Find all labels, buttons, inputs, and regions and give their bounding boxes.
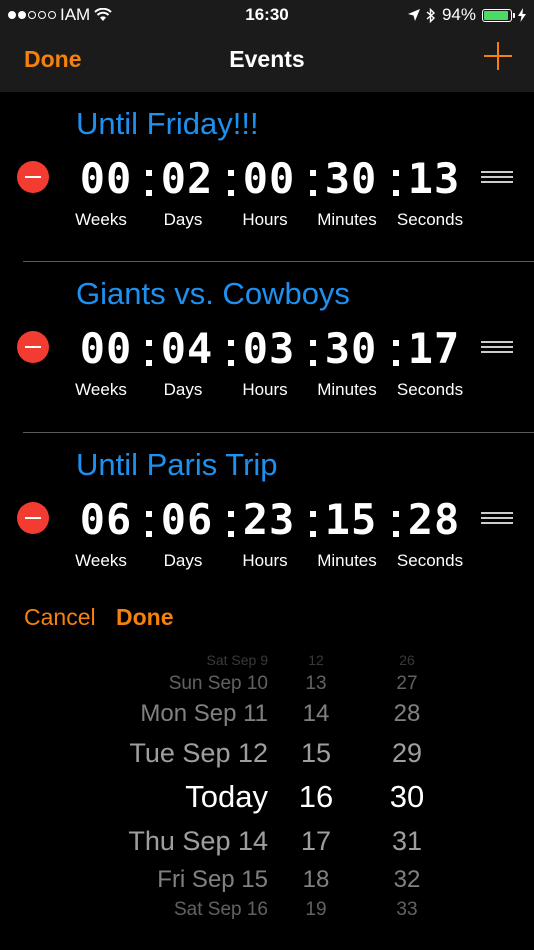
picker-hour: 13 bbox=[305, 672, 327, 694]
countdown-minutes: 30 bbox=[324, 324, 378, 373]
bluetooth-icon bbox=[426, 7, 435, 23]
picker-date: Tue Sep 12 bbox=[129, 737, 268, 768]
event-row: Until Paris Trip 06 06 23 15 28 Weeks Days Hours… bbox=[0, 433, 534, 603]
reorder-handle-icon[interactable] bbox=[481, 171, 513, 183]
unit-label-minutes: Minutes bbox=[317, 210, 377, 229]
colon-separator bbox=[393, 170, 399, 196]
picker-hour: 15 bbox=[300, 737, 332, 768]
picker-hour: 12 bbox=[308, 655, 324, 668]
picker-minute: 27 bbox=[396, 672, 418, 694]
unit-label-weeks: Weeks bbox=[75, 380, 127, 399]
delete-event-button[interactable] bbox=[17, 331, 49, 363]
reorder-handle-icon[interactable] bbox=[481, 341, 513, 353]
colon-separator bbox=[310, 170, 316, 196]
countdown-days: 06 bbox=[160, 495, 214, 544]
delete-event-button[interactable] bbox=[17, 161, 49, 193]
countdown-days: 04 bbox=[160, 324, 214, 373]
picker-minute: 32 bbox=[393, 865, 421, 893]
battery-icon bbox=[482, 8, 515, 22]
countdown-hours: 00 bbox=[242, 154, 296, 203]
picker-date: Mon Sep 11 bbox=[140, 699, 268, 727]
colon-separator bbox=[228, 340, 234, 366]
countdown-hours: 23 bbox=[242, 495, 296, 544]
picker-minute: 29 bbox=[391, 737, 423, 768]
unit-label-weeks: Weeks bbox=[75, 210, 127, 229]
picker-toolbar: Cancel Done bbox=[24, 604, 174, 631]
status-bar: IAM 16:30 94% bbox=[0, 0, 534, 30]
status-right: 94% bbox=[407, 5, 526, 25]
event-row: Until Friday!!! 00 02 00 30 13 Weeks Days Hours M… bbox=[0, 92, 534, 262]
location-arrow-icon bbox=[407, 9, 420, 21]
battery-percent: 94% bbox=[441, 5, 476, 24]
colon-separator bbox=[146, 340, 152, 366]
picker-hour: 19 bbox=[305, 898, 327, 920]
picker-minute: 28 bbox=[393, 699, 421, 727]
picker-hour: 17 bbox=[300, 825, 332, 856]
unit-label-days: Days bbox=[163, 380, 203, 399]
picker-done-button[interactable]: Done bbox=[116, 604, 174, 630]
plus-icon[interactable] bbox=[484, 42, 512, 70]
page-title: Events bbox=[229, 46, 305, 72]
countdown-weeks: 06 bbox=[79, 495, 133, 544]
colon-separator bbox=[393, 340, 399, 366]
event-row: Giants vs. Cowboys 00 04 03 30 17 Weeks Days Hou… bbox=[0, 262, 534, 432]
picker-date: Fri Sep 15 bbox=[157, 865, 268, 893]
navigation-bar: Done Events bbox=[0, 30, 534, 92]
unit-label-hours: Hours bbox=[242, 551, 288, 570]
unit-label-weeks: Weeks bbox=[75, 551, 127, 570]
picker-hour: 14 bbox=[302, 699, 330, 727]
countdown-seconds: 17 bbox=[407, 324, 461, 373]
picker-minute: 30 bbox=[389, 779, 425, 815]
countdown-minutes: 15 bbox=[324, 495, 378, 544]
countdown-seconds: 28 bbox=[407, 495, 461, 544]
picker-hour: 16 bbox=[298, 779, 334, 815]
unit-label-seconds: Seconds bbox=[396, 551, 464, 570]
unit-label-hours: Hours bbox=[242, 210, 288, 229]
countdown-unit-labels: Weeks Days Hours Minutes Seconds bbox=[74, 210, 474, 232]
date-time-picker[interactable]: Sat Sep 9 12 26 Sun Sep 10 13 27 Mon Sep 11 14 2… bbox=[0, 655, 534, 925]
countdown-seconds: 13 bbox=[407, 154, 461, 203]
unit-label-hours: Hours bbox=[242, 380, 288, 399]
picker-minute: 33 bbox=[396, 898, 418, 920]
unit-label-seconds: Seconds bbox=[396, 380, 464, 399]
countdown-digits: 00 04 03 30 17 bbox=[74, 324, 464, 374]
colon-separator bbox=[146, 170, 152, 196]
picker-date: Sat Sep 16 bbox=[173, 898, 268, 920]
countdown-unit-labels: Weeks Days Hours Minutes Seconds bbox=[74, 380, 474, 402]
picker-minute: 31 bbox=[391, 825, 423, 856]
event-title[interactable]: Until Paris Trip bbox=[76, 447, 278, 483]
picker-date: Sun Sep 10 bbox=[168, 672, 268, 694]
countdown-minutes: 30 bbox=[324, 154, 378, 203]
colon-separator bbox=[228, 511, 234, 537]
countdown-weeks: 00 bbox=[79, 154, 133, 203]
colon-separator bbox=[310, 340, 316, 366]
unit-label-days: Days bbox=[163, 210, 203, 229]
unit-label-seconds: Seconds bbox=[396, 210, 464, 229]
delete-event-button[interactable] bbox=[17, 502, 49, 534]
event-title[interactable]: Giants vs. Cowboys bbox=[76, 276, 350, 312]
countdown-weeks: 00 bbox=[79, 324, 133, 373]
colon-separator bbox=[228, 170, 234, 196]
unit-label-days: Days bbox=[163, 551, 203, 570]
countdown-digits: 00 02 00 30 13 bbox=[74, 154, 464, 204]
unit-label-minutes: Minutes bbox=[317, 380, 377, 399]
cancel-button[interactable]: Cancel bbox=[24, 604, 96, 630]
countdown-digits: 06 06 23 15 28 bbox=[74, 495, 464, 545]
picker-minute: 26 bbox=[399, 655, 415, 668]
unit-label-minutes: Minutes bbox=[317, 551, 377, 570]
colon-separator bbox=[393, 511, 399, 537]
picker-date: Today bbox=[185, 779, 268, 815]
countdown-unit-labels: Weeks Days Hours Minutes Seconds bbox=[74, 551, 474, 573]
event-title[interactable]: Until Friday!!! bbox=[76, 106, 259, 142]
reorder-handle-icon[interactable] bbox=[481, 512, 513, 524]
countdown-hours: 03 bbox=[242, 324, 296, 373]
countdown-days: 02 bbox=[160, 154, 214, 203]
picker-hour: 18 bbox=[302, 865, 330, 893]
picker-date: Sat Sep 9 bbox=[206, 655, 269, 668]
picker-date: Thu Sep 14 bbox=[128, 825, 268, 856]
colon-separator bbox=[310, 511, 316, 537]
colon-separator bbox=[146, 511, 152, 537]
charging-bolt-icon bbox=[518, 8, 526, 22]
